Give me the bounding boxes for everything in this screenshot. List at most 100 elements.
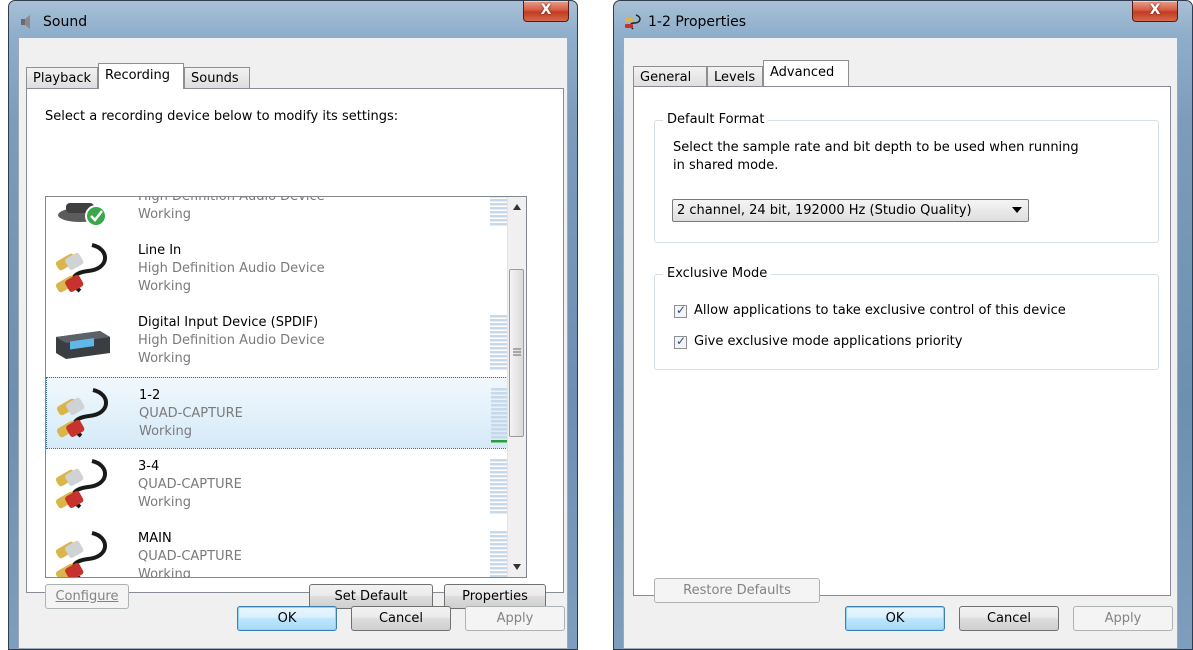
- rca-cable-icon: [55, 459, 107, 509]
- meter-segment: [490, 215, 508, 218]
- meter-segment: [490, 223, 508, 226]
- list-item-device-spdif[interactable]: Digital Input Device (SPDIF) High Defini…: [46, 305, 508, 377]
- meter-segment: [490, 323, 508, 326]
- grip-icon: [513, 348, 521, 356]
- device-name: Line In: [138, 243, 182, 258]
- meter-segment: [490, 475, 508, 478]
- meter-segment: [490, 343, 508, 346]
- window-title: Sound: [43, 14, 88, 30]
- device-name: 3-4: [138, 459, 160, 474]
- format-dropdown[interactable]: 2 channel, 24 bit, 192000 Hz (Studio Qua…: [672, 199, 1029, 222]
- format-description-line2: in shared mode.: [673, 158, 779, 173]
- title-bar[interactable]: Sound X: [9, 1, 577, 41]
- meter-segment: [490, 199, 508, 202]
- meter-segment: [490, 551, 508, 554]
- list-item-device-0[interactable]: High Definition Audio Device Working: [46, 197, 508, 233]
- close-button[interactable]: X: [1132, 1, 1178, 22]
- restore-defaults-label: Restore Defaults: [683, 583, 791, 598]
- meter-segment: [490, 575, 508, 577]
- meter-segment: [490, 507, 508, 510]
- meter-segment: [490, 315, 508, 318]
- tab-sounds[interactable]: Sounds: [184, 67, 250, 89]
- meter-segment: [490, 363, 508, 366]
- list-item-device-3-4[interactable]: 3-4 QUAD-CAPTURE Working: [46, 449, 508, 521]
- exclusive-priority-checkbox[interactable]: ✓: [674, 334, 687, 349]
- meter-segment: [490, 495, 508, 498]
- ok-button[interactable]: OK: [237, 606, 337, 631]
- meter-segment: [490, 503, 508, 506]
- meter-segment: [490, 367, 508, 370]
- apply-button[interactable]: Apply: [1073, 606, 1173, 631]
- sound-dialog: Sound X Playback Recording Sounds Select…: [8, 0, 578, 650]
- scroll-down-arrow-icon[interactable]: [512, 563, 522, 571]
- close-icon: X: [540, 2, 552, 18]
- vertical-scrollbar[interactable]: [507, 197, 526, 577]
- meter-segment: [490, 563, 508, 566]
- cancel-button[interactable]: Cancel: [959, 606, 1059, 631]
- allow-exclusive-label[interactable]: Allow applications to take exclusive con…: [694, 303, 1066, 318]
- list-item-device-1-2[interactable]: 1-2 QUAD-CAPTURE Working: [46, 377, 509, 449]
- configure-button[interactable]: Configure: [45, 584, 129, 609]
- device-subtitle: High Definition Audio Device: [138, 261, 325, 276]
- device-status: Working: [138, 279, 192, 294]
- meter-segment: [490, 511, 508, 514]
- restore-defaults-button[interactable]: Restore Defaults: [654, 578, 820, 603]
- meter-segment: [490, 531, 508, 534]
- ok-button[interactable]: OK: [845, 606, 945, 631]
- scroll-thumb[interactable]: [509, 269, 524, 437]
- close-icon: X: [1149, 2, 1161, 18]
- device-name: 1-2: [139, 388, 161, 403]
- meter-segment: [490, 491, 508, 494]
- cancel-label: Cancel: [378, 611, 424, 626]
- meter-segment: [490, 479, 508, 482]
- list-item-device-line-in[interactable]: Line In High Definition Audio Device Wor…: [46, 233, 508, 305]
- format-dropdown-value: 2 channel, 24 bit, 192000 Hz (Studio Qua…: [677, 203, 972, 218]
- scroll-up-arrow-icon[interactable]: [512, 203, 522, 211]
- cancel-label: Cancel: [986, 611, 1032, 626]
- rca-cable-icon: [625, 14, 641, 30]
- meter-segment: [490, 555, 508, 558]
- meter-segment: [490, 539, 508, 542]
- exclusive-mode-legend: Exclusive Mode: [663, 266, 772, 281]
- meter-segment: [490, 207, 508, 210]
- meter-segment: [490, 487, 508, 490]
- title-bar[interactable]: 1-2 Properties X: [614, 1, 1192, 41]
- recording-device-list[interactable]: High Definition Audio Device Working Lin…: [45, 196, 527, 578]
- digital-receiver-icon: [56, 331, 110, 359]
- check-icon: ✓: [676, 334, 687, 348]
- list-item-device-main[interactable]: MAIN QUAD-CAPTURE Working: [46, 521, 508, 577]
- advanced-tab-panel: Default Format Select the sample rate an…: [633, 86, 1171, 603]
- apply-label: Apply: [496, 611, 534, 626]
- format-description-line1: Select the sample rate and bit depth to …: [673, 140, 1079, 155]
- device-subtitle: QUAD-CAPTURE: [138, 549, 242, 564]
- meter-segment: [490, 327, 508, 330]
- meter-segment: [490, 499, 508, 502]
- tab-general[interactable]: General: [633, 66, 707, 88]
- set-default-label: Set Default: [334, 589, 408, 604]
- default-format-group: Default Format Select the sample rate an…: [654, 112, 1159, 243]
- device-name: MAIN: [138, 531, 172, 546]
- tab-advanced[interactable]: Advanced: [763, 60, 849, 86]
- allow-exclusive-checkbox[interactable]: ✓: [674, 303, 687, 318]
- meter-segment: [490, 567, 508, 570]
- apply-label: Apply: [1104, 611, 1142, 626]
- tab-recording[interactable]: Recording: [98, 63, 184, 89]
- properties-label: Properties: [462, 589, 528, 604]
- apply-button[interactable]: Apply: [465, 606, 565, 631]
- device-status: Working: [138, 207, 192, 222]
- recording-tab-panel: Select a recording device below to modif…: [26, 88, 564, 609]
- close-button[interactable]: X: [523, 1, 569, 22]
- device-subtitle: QUAD-CAPTURE: [139, 406, 243, 421]
- tab-levels[interactable]: Levels: [707, 66, 763, 88]
- meter-segment: [490, 335, 508, 338]
- exclusive-priority-label[interactable]: Give exclusive mode applications priorit…: [694, 334, 962, 349]
- dialog-client-area: Playback Recording Sounds Select a recor…: [18, 37, 568, 649]
- meter-segment: [490, 219, 508, 222]
- cancel-button[interactable]: Cancel: [351, 606, 451, 631]
- microphone-default-icon: [58, 203, 107, 227]
- device-name: Digital Input Device (SPDIF): [138, 315, 319, 330]
- meter-segment: [490, 467, 508, 470]
- meter-segment: [490, 359, 508, 362]
- ok-label: OK: [277, 611, 297, 626]
- tab-playback[interactable]: Playback: [26, 67, 98, 89]
